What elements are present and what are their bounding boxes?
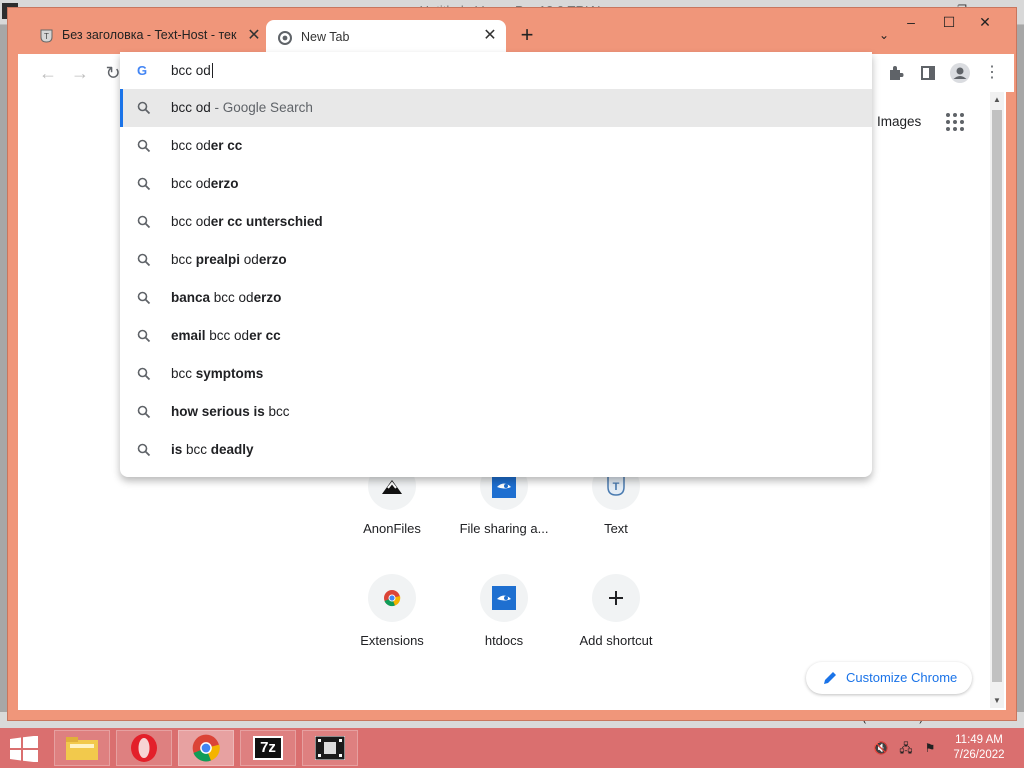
tab-text-host[interactable]: T Без заголовка - Text-Host - текстовый … <box>30 18 268 56</box>
chrome-icon[interactable] <box>178 730 234 766</box>
shortcut-label: File sharing a... <box>459 521 549 536</box>
suggestion-text: bcc oder cc <box>171 138 243 153</box>
tab-title: New Tab <box>301 30 350 44</box>
system-clock[interactable]: 11:49 AM 7/26/2022 <box>948 733 1010 763</box>
shortcut-label: AnonFiles <box>363 521 421 536</box>
google-apps-icon[interactable] <box>946 113 964 131</box>
extensions-puzzle-icon[interactable] <box>882 59 910 87</box>
search-icon <box>137 101 151 115</box>
file-explorer-icon[interactable] <box>54 730 110 766</box>
opera-icon[interactable] <box>116 730 172 766</box>
page-scrollbar[interactable]: ▲ ▼ <box>990 92 1004 708</box>
7zip-icon[interactable]: 7z <box>240 730 296 766</box>
search-icon <box>137 215 151 229</box>
suggestion-text: how serious is bcc <box>171 404 290 419</box>
volume-muted-icon[interactable]: 🔇 <box>873 740 889 756</box>
suggestion-text: email bcc oder cc <box>171 328 281 343</box>
address-input[interactable]: bcc od <box>171 63 213 78</box>
menu-kebab-icon[interactable]: ⋮ <box>978 59 1006 87</box>
action-center-flag-icon[interactable]: ⚑ <box>922 740 938 756</box>
search-icon <box>137 329 151 343</box>
scroll-up-icon[interactable]: ▲ <box>993 95 1001 104</box>
plus-icon <box>592 574 640 622</box>
maximize-button[interactable]: ☐ <box>934 12 964 32</box>
selection-indicator <box>120 89 123 127</box>
omnibox-suggestion[interactable]: how serious is bcc <box>120 393 872 431</box>
shortcut-label: Add shortcut <box>579 633 653 648</box>
omnibox-suggestion[interactable]: bcc od - Google Search <box>120 89 872 127</box>
shortcut-label: Text <box>604 521 628 536</box>
suggestion-text: bcc prealpi oderzo <box>171 252 287 267</box>
close-tab-icon[interactable]: ✕ <box>244 26 264 46</box>
texthost-favicon-icon: T <box>40 29 53 43</box>
chrome-icon <box>368 574 416 622</box>
suggestion-text: bcc od - Google Search <box>171 100 313 115</box>
omnibox-suggestion[interactable]: email bcc oder cc <box>120 317 872 355</box>
shortcut-htdocs[interactable]: htdocs <box>448 574 560 648</box>
network-icon[interactable]: 🖧 <box>898 740 914 756</box>
search-icon <box>137 443 151 457</box>
tab-title: Без заголовка - Text-Host - текстовый хо… <box>62 28 237 42</box>
vegas-pro-icon[interactable] <box>302 730 358 766</box>
suggestion-text: bcc oderzo <box>171 176 239 191</box>
images-link[interactable]: Images <box>877 114 921 129</box>
windows-start-icon[interactable] <box>4 732 44 764</box>
new-tab-button[interactable]: + <box>516 24 538 46</box>
shortcut-extensions[interactable]: Extensions <box>336 574 448 648</box>
shortcut-label: htdocs <box>484 633 524 648</box>
clock-time: 11:49 AM <box>955 734 1003 746</box>
close-window-button[interactable]: ✕ <box>970 12 1000 32</box>
forward-arrow-icon[interactable]: → <box>66 59 94 87</box>
omnibox-suggestion[interactable]: is bcc deadly <box>120 431 872 469</box>
google-g-icon: G <box>137 63 148 78</box>
bayfiles-icon <box>480 574 528 622</box>
back-arrow-icon[interactable]: ← <box>34 59 62 87</box>
shortcut-label: Extensions <box>360 633 424 648</box>
omnibox-suggestion[interactable]: bcc oder cc unterschied <box>120 203 872 241</box>
omnibox-suggestion[interactable]: bcc oder cc <box>120 127 872 165</box>
omnibox-dropdown: G bcc od bcc od - Google Search bcc oder … <box>120 52 872 477</box>
search-icon <box>137 367 151 381</box>
close-tab-icon[interactable]: ✕ <box>480 26 500 46</box>
search-icon <box>137 405 151 419</box>
search-icon <box>137 253 151 267</box>
svg-text:T: T <box>613 481 620 493</box>
suggestion-text: bcc oder cc unterschied <box>171 214 323 229</box>
tab-new-tab[interactable]: New Tab ✕ <box>266 20 506 56</box>
side-panel-icon[interactable] <box>914 59 942 87</box>
clock-date: 7/26/2022 <box>953 749 1005 761</box>
windows-taskbar: 7z 🔇 🖧 ⚑ 11:49 AM 7/26/2022 <box>0 728 1024 768</box>
omnibox-suggestion[interactable]: bcc prealpi oderzo <box>120 241 872 279</box>
tab-search-icon[interactable]: ⌄ <box>874 25 894 45</box>
svg-text:T: T <box>44 32 49 41</box>
suggestion-text: is bcc deadly <box>171 442 254 457</box>
minimize-button[interactable]: – <box>896 12 926 32</box>
chrome-favicon-icon <box>278 31 292 45</box>
omnibox-suggestion[interactable]: bcc oderzo <box>120 165 872 203</box>
customize-label: Customize Chrome <box>846 670 958 685</box>
suggestion-text: banca bcc oderzo <box>171 290 282 305</box>
search-icon <box>137 177 151 191</box>
omnibox-suggestion[interactable]: banca bcc oderzo <box>120 279 872 317</box>
scrollbar-thumb[interactable] <box>992 110 1002 682</box>
suggestion-text: bcc symptoms <box>171 366 264 381</box>
search-icon <box>137 291 151 305</box>
profile-avatar-icon[interactable] <box>946 59 974 87</box>
shortcut-add[interactable]: Add shortcut <box>560 574 672 648</box>
address-bar[interactable]: G bcc od <box>120 52 872 88</box>
pencil-icon <box>824 672 836 684</box>
search-icon <box>137 139 151 153</box>
omnibox-suggestion[interactable]: bcc symptoms <box>120 355 872 393</box>
scroll-down-icon[interactable]: ▼ <box>993 696 1001 705</box>
customize-chrome-button[interactable]: Customize Chrome <box>806 662 972 694</box>
